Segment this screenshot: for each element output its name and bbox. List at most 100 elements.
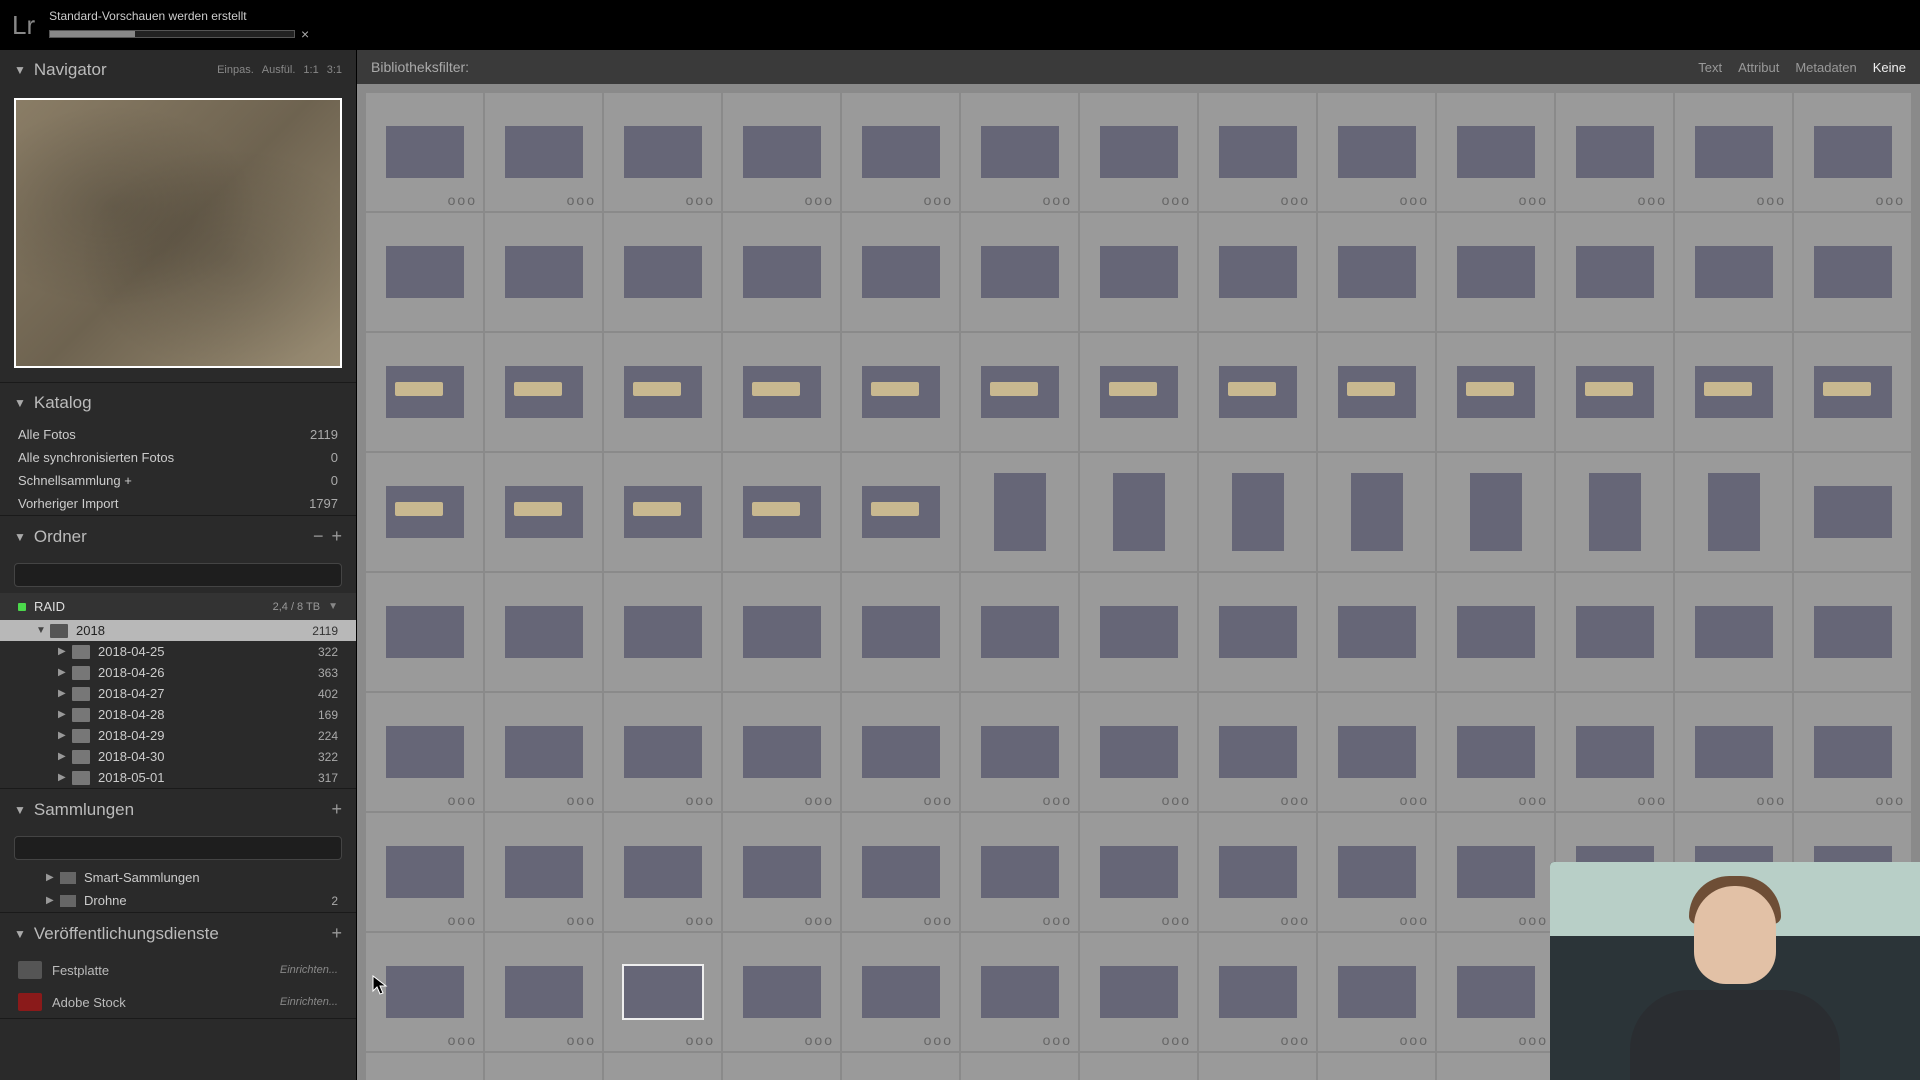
thumbnail-cell[interactable]: ooo <box>842 93 959 211</box>
filter-tab-none[interactable]: Keine <box>1873 60 1906 75</box>
thumbnail-cell[interactable] <box>1794 333 1911 451</box>
thumbnail-cell[interactable]: ooo <box>1199 693 1316 811</box>
folder-row[interactable]: ▶2018-04-26363 <box>0 662 356 683</box>
thumbnail-cell[interactable] <box>1675 333 1792 451</box>
chevron-down-icon[interactable]: ▼ <box>328 601 338 612</box>
thumbnail-cell[interactable]: ooo <box>1794 93 1911 211</box>
thumbnail-cell[interactable]: ooo <box>604 933 721 1051</box>
thumbnail-cell[interactable] <box>1437 213 1554 331</box>
thumbnail-cell[interactable]: ooo <box>604 693 721 811</box>
thumbnail-cell[interactable]: ooo <box>1437 813 1554 931</box>
disclosure-triangle-icon[interactable]: ▶ <box>46 872 60 883</box>
disclosure-triangle-icon[interactable]: ▶ <box>58 730 72 741</box>
thumbnail-cell[interactable]: ooo <box>1318 693 1435 811</box>
publish-setup-link[interactable]: Einrichten... <box>280 964 338 976</box>
thumbnail-cell[interactable] <box>366 453 483 571</box>
thumbnail-cell[interactable] <box>1556 453 1673 571</box>
thumbnail-cell[interactable] <box>1318 213 1435 331</box>
thumbnail-cell[interactable] <box>485 453 602 571</box>
folder-row[interactable]: ▶2018-04-27402 <box>0 683 356 704</box>
disclosure-triangle-icon[interactable]: ▶ <box>58 688 72 699</box>
add-folder-button[interactable]: + <box>331 526 342 547</box>
thumbnail-cell[interactable] <box>1675 213 1792 331</box>
thumbnail-cell[interactable] <box>1794 213 1911 331</box>
thumbnail-cell[interactable] <box>604 213 721 331</box>
disclosure-triangle-icon[interactable]: ▶ <box>58 667 72 678</box>
folder-row[interactable]: ▶2018-04-28169 <box>0 704 356 725</box>
thumbnail-cell[interactable] <box>1199 333 1316 451</box>
folder-row[interactable]: ▶2018-04-25322 <box>0 641 356 662</box>
katalog-item[interactable]: Alle Fotos2119 <box>0 423 356 446</box>
folder-row[interactable]: ▶2018-04-29224 <box>0 725 356 746</box>
filter-tab-attribute[interactable]: Attribut <box>1738 60 1779 75</box>
navigator-preview[interactable] <box>14 98 342 368</box>
nav-3to1-option[interactable]: 3:1 <box>327 64 342 76</box>
thumbnail-cell[interactable] <box>961 453 1078 571</box>
thumbnail-cell[interactable]: ooo <box>961 693 1078 811</box>
remove-folder-button[interactable]: − <box>313 526 324 547</box>
thumbnail-cell[interactable]: ooo <box>723 93 840 211</box>
thumbnail-cell[interactable] <box>1437 333 1554 451</box>
thumbnail-cell[interactable]: ooo <box>842 693 959 811</box>
nav-fit-option[interactable]: Einpas. <box>217 64 254 76</box>
collection-row[interactable]: ▶Smart-Sammlungen <box>0 866 356 889</box>
thumbnail-cell[interactable]: ooo <box>1080 933 1197 1051</box>
thumbnail-cell[interactable]: ooo <box>604 93 721 211</box>
publish-service-row[interactable]: FestplatteEinrichten... <box>0 954 356 986</box>
thumbnail-cell[interactable]: ooo <box>1556 93 1673 211</box>
thumbnail-cell[interactable]: ooo <box>961 813 1078 931</box>
thumbnail-cell[interactable] <box>1437 1053 1554 1080</box>
thumbnail-cell[interactable] <box>723 573 840 691</box>
thumbnail-cell[interactable]: ooo <box>485 93 602 211</box>
thumbnail-cell[interactable]: ooo <box>1318 933 1435 1051</box>
thumbnail-cell[interactable]: ooo <box>366 93 483 211</box>
thumbnail-cell[interactable]: ooo <box>842 933 959 1051</box>
collection-row[interactable]: ▶Drohne2 <box>0 889 356 912</box>
thumbnail-cell[interactable]: ooo <box>723 933 840 1051</box>
katalog-header[interactable]: ▼ Katalog <box>0 383 356 423</box>
thumbnail-cell[interactable] <box>842 573 959 691</box>
nav-1to1-option[interactable]: 1:1 <box>303 64 318 76</box>
thumbnail-cell[interactable] <box>604 453 721 571</box>
thumbnail-cell[interactable]: ooo <box>961 933 1078 1051</box>
thumbnail-cell[interactable] <box>842 213 959 331</box>
thumbnail-cell[interactable] <box>366 1053 483 1080</box>
thumbnail-cell[interactable] <box>485 1053 602 1080</box>
folder-row-root[interactable]: ▼ 2018 2119 <box>0 620 356 641</box>
thumbnail-cell[interactable]: ooo <box>723 693 840 811</box>
thumbnail-cell[interactable] <box>366 333 483 451</box>
folder-search-input[interactable] <box>14 563 342 587</box>
disclosure-triangle-icon[interactable]: ▶ <box>58 709 72 720</box>
thumbnail-cell[interactable] <box>1080 333 1197 451</box>
thumbnail-cell[interactable] <box>604 1053 721 1080</box>
thumbnail-cell[interactable] <box>842 333 959 451</box>
katalog-item[interactable]: Schnellsammlung +0 <box>0 469 356 492</box>
disclosure-triangle-icon[interactable]: ▶ <box>58 646 72 657</box>
thumbnail-cell[interactable] <box>842 1053 959 1080</box>
thumbnail-cell[interactable] <box>1199 1053 1316 1080</box>
add-publish-button[interactable]: + <box>331 923 342 944</box>
thumbnail-cell[interactable] <box>485 573 602 691</box>
disclosure-triangle-icon[interactable]: ▼ <box>36 625 50 636</box>
thumbnail-cell[interactable]: ooo <box>1080 93 1197 211</box>
thumbnail-cell[interactable] <box>723 333 840 451</box>
thumbnail-cell[interactable] <box>604 573 721 691</box>
thumbnail-cell[interactable] <box>1080 573 1197 691</box>
thumbnail-cell[interactable]: ooo <box>1437 93 1554 211</box>
thumbnail-cell[interactable]: ooo <box>1556 693 1673 811</box>
thumbnail-cell[interactable]: ooo <box>485 933 602 1051</box>
thumbnail-cell[interactable]: ooo <box>1080 813 1197 931</box>
thumbnail-cell[interactable] <box>842 453 959 571</box>
thumbnail-cell[interactable] <box>1318 573 1435 691</box>
thumbnail-cell[interactable]: ooo <box>1318 813 1435 931</box>
thumbnail-cell[interactable] <box>1675 573 1792 691</box>
thumbnail-cell[interactable]: ooo <box>485 813 602 931</box>
thumbnail-cell[interactable] <box>1199 213 1316 331</box>
thumbnail-cell[interactable] <box>485 213 602 331</box>
folder-row[interactable]: ▶2018-05-01317 <box>0 767 356 788</box>
thumbnail-cell[interactable]: ooo <box>961 93 1078 211</box>
thumbnail-cell[interactable] <box>961 573 1078 691</box>
collection-search-input[interactable] <box>14 836 342 860</box>
thumbnail-cell[interactable] <box>1556 333 1673 451</box>
thumbnail-cell[interactable]: ooo <box>366 693 483 811</box>
